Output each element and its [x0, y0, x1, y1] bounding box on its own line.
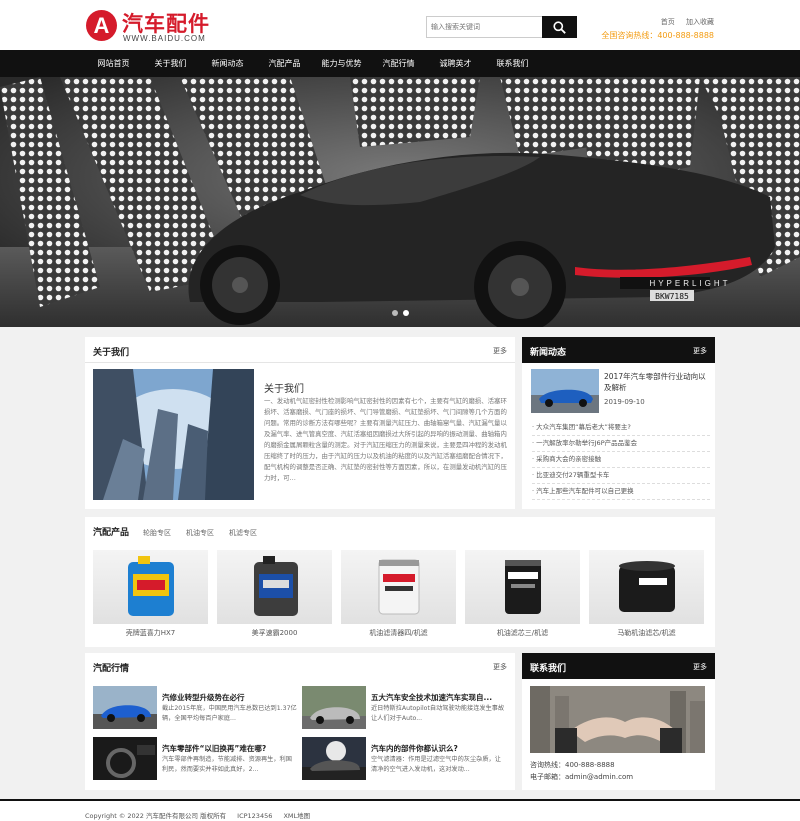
footer-icp-link[interactable]: ICP123456	[237, 812, 272, 820]
about-image	[93, 369, 254, 500]
industry-item-title[interactable]: 五大汽车安全技术加速汽车实现自...	[371, 692, 492, 703]
news-featured-date: 2019-09-10	[604, 398, 645, 406]
industry-thumb[interactable]	[302, 737, 366, 780]
nav-item-contact[interactable]: 联系我们	[484, 50, 541, 77]
car-photo	[302, 737, 366, 780]
news-item[interactable]: 汽车上那些汽车配件可以自己更换	[532, 484, 710, 500]
car-interior-photo	[93, 737, 157, 780]
contact-header: 联系我们 更多	[522, 653, 715, 679]
news-more-link[interactable]: 更多	[693, 346, 707, 356]
footer-copyright: Copyright © 2022 汽车配件有限公司 版权所有	[85, 812, 227, 820]
product-image[interactable]	[465, 550, 580, 624]
product-name[interactable]: 机油滤芯三/机滤	[465, 628, 580, 638]
contact-more-link[interactable]: 更多	[693, 662, 707, 672]
banner-brand-text: HYPERLIGHT	[649, 279, 730, 288]
site-logo[interactable]: A 汽车配件 WWW.BAIDU.COM	[86, 8, 226, 44]
news-featured-image[interactable]	[531, 369, 599, 413]
car-photo	[93, 686, 157, 729]
industry-thumb[interactable]	[93, 737, 157, 780]
search-bar	[426, 16, 577, 38]
nav-item-careers[interactable]: 诚聘英才	[427, 50, 484, 77]
industry-item-title[interactable]: 汽修业转型升级势在必行	[162, 692, 245, 703]
news-list: 大众汽车集团“幕后老大”将要主? 一汽解放率尔勒举行J6P产品品鉴会 采购商大会…	[532, 420, 710, 500]
contact-phone: 咨询热线：400-888-8888	[530, 761, 615, 769]
oil-can-icon	[128, 556, 174, 616]
industry-heading: 汽配行情	[93, 664, 130, 674]
product-name[interactable]: 机油滤清器四/机滤	[341, 628, 456, 638]
hotline: 全国咨询热线：400-888-8888	[601, 31, 714, 40]
product-image[interactable]	[341, 550, 456, 624]
nav-item-news[interactable]: 新闻动态	[199, 50, 256, 77]
product-name[interactable]: 马勒机油滤芯/机滤	[589, 628, 704, 638]
industry-item-desc: 截止2015年底，中国民用汽车总数已达到1.37亿辆，全国平均每百户家庭...	[162, 705, 297, 722]
hero-banner[interactable]: BKW7185 HYPERLIGHT	[0, 77, 800, 327]
oil-filter-icon	[378, 559, 420, 615]
home-link[interactable]: 首页	[661, 18, 675, 26]
footer: Copyright © 2022 汽车配件有限公司 版权所有 ICP123456…	[0, 799, 800, 821]
news-header: 新闻动态 更多	[522, 337, 715, 363]
tab-tires[interactable]: 轮胎专区	[143, 528, 171, 538]
product-image[interactable]	[93, 550, 208, 624]
nav-item-home[interactable]: 网站首页	[85, 50, 142, 77]
slider-dots-svg	[392, 310, 409, 316]
about-header: 关于我们 更多	[85, 337, 515, 363]
logo-mark: A	[86, 10, 117, 41]
oil-filter-icon	[619, 561, 675, 612]
industry-item-desc: 汽车零部件再制造，节能减排、资源再生，利国利民，然而要实并非如此真好，2...	[162, 756, 292, 773]
banner-image: BKW7185 HYPERLIGHT	[0, 77, 800, 327]
about-more-link[interactable]: 更多	[493, 346, 507, 356]
news-item[interactable]: 比亚迪交付27辆重型卡车	[532, 468, 710, 484]
news-item[interactable]: 一汽解放率尔勒举行J6P产品品鉴会	[532, 436, 710, 452]
contact-heading: 联系我们	[530, 664, 567, 674]
industry-item-title[interactable]: 汽车内的部件你都认识么?	[371, 743, 458, 754]
news-item[interactable]: 大众汽车集团“幕后老大”将要主?	[532, 420, 710, 436]
car-photo	[302, 686, 366, 729]
product-image[interactable]	[217, 550, 332, 624]
top-bar: A 汽车配件 WWW.BAIDU.COM 首页 加入收藏 全国咨询热线：400-…	[0, 0, 800, 50]
slider-dot-2[interactable]	[403, 310, 409, 316]
about-title: 关于我们	[264, 384, 304, 395]
about-heading: 关于我们	[93, 348, 130, 358]
top-links: 首页 加入收藏	[652, 17, 714, 27]
search-icon	[553, 20, 566, 34]
footer-sitemap-link[interactable]: XML地图	[283, 812, 310, 820]
product-name[interactable]: 壳牌蓝喜力HX7	[93, 628, 208, 638]
favorite-link[interactable]: 加入收藏	[686, 18, 714, 26]
oil-can-icon	[254, 556, 298, 616]
nav-item-ability[interactable]: 能力与优势	[313, 50, 370, 77]
about-text: 一、发动机气缸密封性检测影响气缸密封性的因素有七个，主要有气缸的磨损、活塞环损坏…	[264, 397, 507, 482]
nav-item-products[interactable]: 汽配产品	[256, 50, 313, 77]
tab-filter[interactable]: 机滤专区	[229, 528, 257, 538]
product-name[interactable]: 美孚速霸2000	[217, 628, 332, 638]
logo-domain: WWW.BAIDU.COM	[123, 34, 206, 43]
industry-item-desc: 空气滤清器：作用是过滤空气中的灰尘杂质，让清净的空气进入发动机，这对发动...	[371, 756, 501, 773]
industry-item-desc: 近日特斯拉Autopilot自动驾驶功能接连发生事故 让人们对于Auto...	[371, 705, 505, 722]
banner-plate: BKW7185	[655, 292, 689, 301]
search-button[interactable]	[542, 16, 577, 38]
slider-dot-1[interactable]	[392, 310, 398, 316]
news-featured-title[interactable]: 2017年汽车零部件行业动向以及解析	[604, 371, 710, 393]
product-image[interactable]	[589, 550, 704, 624]
nav-item-market[interactable]: 汽配行情	[370, 50, 427, 77]
industry-header: 汽配行情 更多	[85, 653, 515, 679]
oil-filter-icon	[505, 560, 541, 614]
contact-email[interactable]: 电子邮箱：admin@admin.com	[530, 772, 633, 782]
news-item[interactable]: 采购商大会的亲密接触	[532, 452, 710, 468]
main-nav: 网站首页 关于我们 新闻动态 汽配产品 能力与优势 汽配行情 诚聘英才 联系我们	[0, 50, 800, 77]
tab-oil[interactable]: 机油专区	[186, 528, 214, 538]
slider-dots	[360, 298, 420, 332]
products-tabs: 汽配产品 轮胎专区 机油专区 机滤专区	[93, 525, 272, 538]
products-heading: 汽配产品	[93, 528, 130, 538]
contact-image	[530, 686, 705, 753]
industry-thumb[interactable]	[93, 686, 157, 729]
industry-more-link[interactable]: 更多	[493, 662, 507, 672]
nav-item-about[interactable]: 关于我们	[142, 50, 199, 77]
news-heading: 新闻动态	[530, 348, 567, 358]
search-input[interactable]	[426, 16, 542, 38]
industry-item-title[interactable]: 汽车零部件“以旧换再”难在哪?	[162, 743, 266, 754]
industry-thumb[interactable]	[302, 686, 366, 729]
